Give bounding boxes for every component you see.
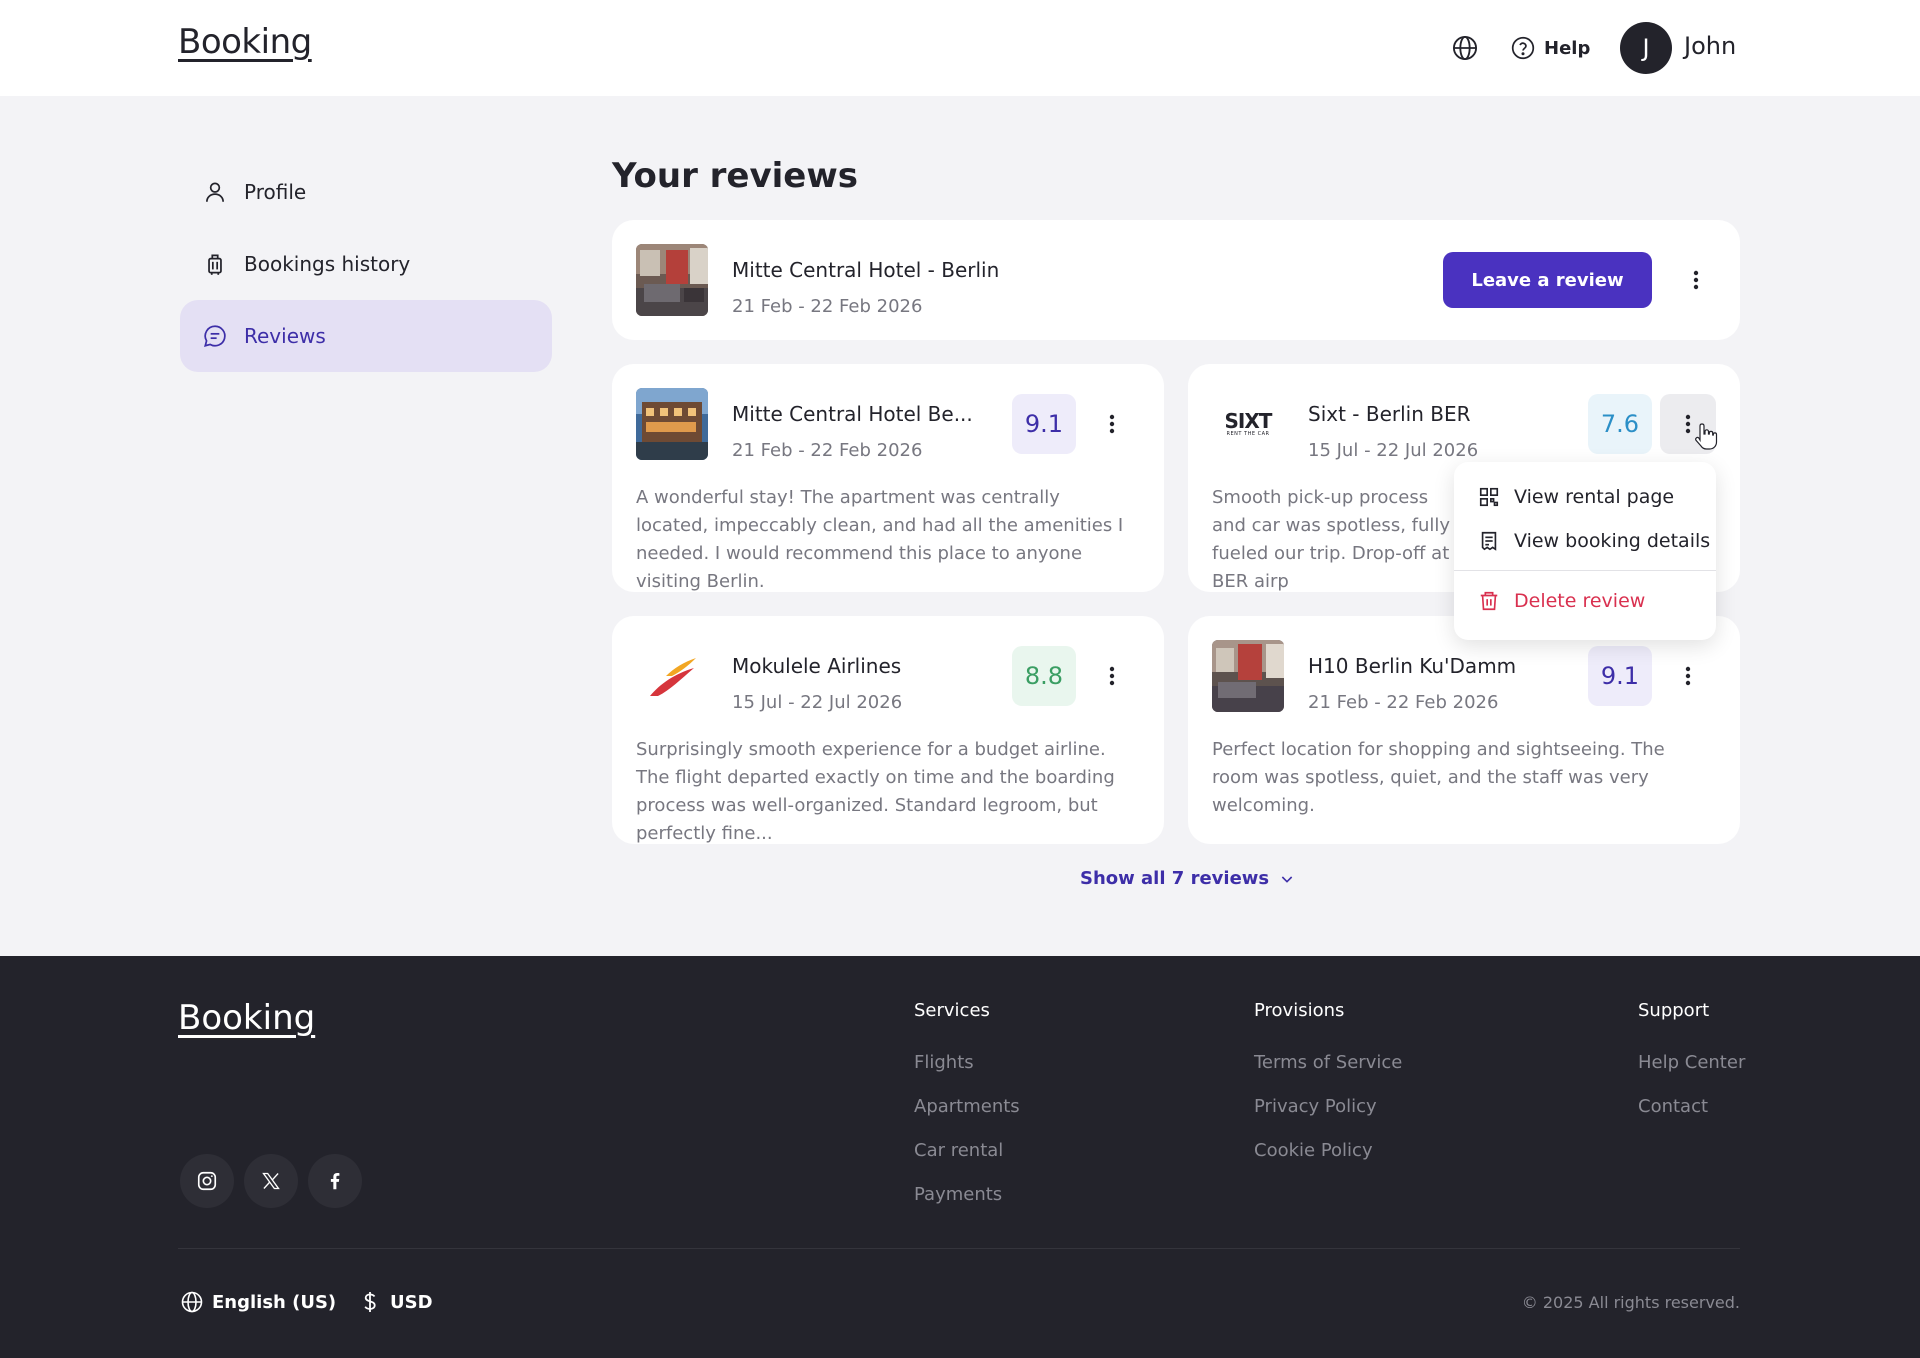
help-button[interactable]: Help: [1510, 34, 1590, 62]
globe-icon[interactable]: [1451, 34, 1479, 62]
menu-item-view-booking-details[interactable]: View booking details: [1478, 526, 1710, 556]
score-badge: 8.8: [1012, 646, 1076, 706]
more-vertical-icon: [1109, 414, 1115, 434]
review-card: Mokulele Airlines 15 Jul - 22 Jul 2026 8…: [612, 616, 1164, 844]
footer-heading-services: Services: [914, 1000, 990, 1021]
top-header: Booking Help J John: [0, 0, 1920, 96]
booking-title: Mitte Central Hotel - Berlin: [732, 258, 1000, 282]
sidebar-item-profile[interactable]: Profile: [180, 156, 552, 228]
review-card: Mitte Central Hotel Be... 21 Feb - 22 Fe…: [612, 364, 1164, 592]
footer-link-flights[interactable]: Flights: [914, 1052, 974, 1073]
review-title: H10 Berlin Ku'Damm: [1308, 654, 1517, 678]
sidebar-item-label: Bookings history: [244, 252, 411, 276]
sidebar-item-label: Reviews: [244, 324, 326, 348]
footer-link-apartments[interactable]: Apartments: [914, 1096, 1020, 1117]
facebook-icon: [330, 1173, 340, 1190]
mouse-cursor: [1694, 422, 1718, 450]
language-label: English (US): [212, 1291, 337, 1313]
qr-code-icon: [1479, 487, 1499, 507]
review-title: Sixt - Berlin BER: [1308, 402, 1471, 426]
more-vertical-icon: [1685, 666, 1691, 686]
receipt-icon: [1481, 531, 1497, 551]
x-button[interactable]: [244, 1154, 298, 1208]
menu-item-label: View booking details: [1514, 530, 1711, 552]
more-vertical-icon: [1685, 414, 1691, 434]
review-text: Perfect location for shopping and sights…: [1212, 739, 1665, 816]
logo[interactable]: Booking: [178, 22, 312, 62]
facebook-button[interactable]: [308, 1154, 362, 1208]
score-badge: 9.1: [1012, 394, 1076, 454]
footer-link-terms[interactable]: Terms of Service: [1254, 1052, 1402, 1073]
review-text: A wonderful stay! The apartment was cent…: [636, 487, 1124, 592]
more-vertical-icon: [1693, 270, 1699, 290]
footer-heading-provisions: Provisions: [1254, 1000, 1345, 1021]
chevron-down-icon: [1281, 875, 1293, 883]
globe-icon: [181, 1291, 203, 1313]
sixt-logo-text: SIXT: [1224, 409, 1273, 433]
booking-date: 21 Feb - 22 Feb 2026: [732, 296, 923, 317]
currency-selector[interactable]: USD: [358, 1290, 433, 1314]
footer-heading-support: Support: [1638, 1000, 1710, 1021]
footer-link-help-center[interactable]: Help Center: [1638, 1052, 1745, 1073]
dollar-icon: [364, 1292, 376, 1312]
review-title: Mokulele Airlines: [732, 654, 902, 678]
x-icon: [262, 1172, 280, 1190]
review-text: Surprisingly smooth experience for a bud…: [636, 739, 1115, 844]
help-circle-icon: [1511, 36, 1535, 60]
instagram-button[interactable]: [180, 1154, 234, 1208]
hotel-thumbnail: [636, 244, 708, 316]
user-icon: [206, 182, 224, 202]
footer-link-cookie[interactable]: Cookie Policy: [1254, 1140, 1373, 1161]
footer-divider: [178, 1248, 1740, 1249]
language-selector[interactable]: English (US): [180, 1290, 336, 1314]
menu-item-label: Delete review: [1514, 590, 1646, 612]
footer: Booking Services Flights Apartments Car …: [0, 956, 1920, 1358]
instagram-icon: [197, 1171, 217, 1191]
review-date: 21 Feb - 22 Feb 2026: [1308, 692, 1499, 713]
menu-divider: [1454, 570, 1716, 571]
sidebar-item-bookings-history[interactable]: Bookings history: [180, 228, 552, 300]
score-badge: 9.1: [1588, 646, 1652, 706]
review-date: 21 Feb - 22 Feb 2026: [732, 440, 923, 461]
footer-link-contact[interactable]: Contact: [1638, 1096, 1708, 1117]
more-options-button[interactable]: [1084, 646, 1140, 706]
score-badge: 7.6: [1588, 394, 1652, 454]
more-options-button[interactable]: [1668, 250, 1724, 310]
page-title: Your reviews: [612, 156, 859, 196]
avatar[interactable]: J: [1620, 22, 1672, 74]
footer-link-privacy[interactable]: Privacy Policy: [1254, 1096, 1377, 1117]
trash-icon: [1480, 591, 1498, 611]
leave-review-button[interactable]: Leave a review: [1443, 252, 1652, 308]
sixt-logo-subtext: RENT THE CAR: [1226, 431, 1270, 437]
footer-link-payments[interactable]: Payments: [914, 1184, 1002, 1205]
hotel-thumbnail: [1212, 640, 1284, 712]
review-date: 15 Jul - 22 Jul 2026: [732, 692, 903, 713]
currency-label: USD: [390, 1291, 433, 1313]
menu-item-delete-review[interactable]: Delete review: [1478, 586, 1645, 616]
chat-bubble-icon: [204, 325, 226, 347]
review-date: 15 Jul - 22 Jul 2026: [1308, 440, 1479, 461]
show-all-label: Show all 7 reviews: [1080, 868, 1270, 889]
show-all-reviews-button[interactable]: Show all 7 reviews: [1080, 868, 1295, 889]
sixt-logo: SIXT RENT THE CAR: [1212, 388, 1284, 460]
more-options-button[interactable]: [1660, 646, 1716, 706]
footer-link-car-rental[interactable]: Car rental: [914, 1140, 1003, 1161]
footer-logo[interactable]: Booking: [178, 998, 315, 1038]
username[interactable]: John: [1684, 32, 1736, 60]
luggage-icon: [208, 254, 222, 275]
hotel-thumbnail: [636, 388, 708, 460]
sidebar-item-label: Profile: [244, 180, 307, 204]
help-label: Help: [1544, 37, 1591, 59]
copyright: © 2025 All rights reserved.: [1521, 1293, 1740, 1312]
more-options-button[interactable]: [1084, 394, 1140, 454]
review-title: Mitte Central Hotel Be...: [732, 402, 973, 426]
review-card: H10 Berlin Ku'Damm 21 Feb - 22 Feb 2026 …: [1188, 616, 1740, 844]
sidebar-item-reviews[interactable]: Reviews: [180, 300, 552, 372]
more-vertical-icon: [1109, 666, 1115, 686]
menu-item-label: View rental page: [1514, 486, 1675, 508]
review-options-menu: View rental page View booking details De…: [1454, 462, 1716, 640]
airline-logo: [636, 640, 708, 712]
review-text: Smooth pick-up process and car was spotl…: [1212, 487, 1451, 592]
menu-item-view-rental-page[interactable]: View rental page: [1478, 482, 1674, 512]
